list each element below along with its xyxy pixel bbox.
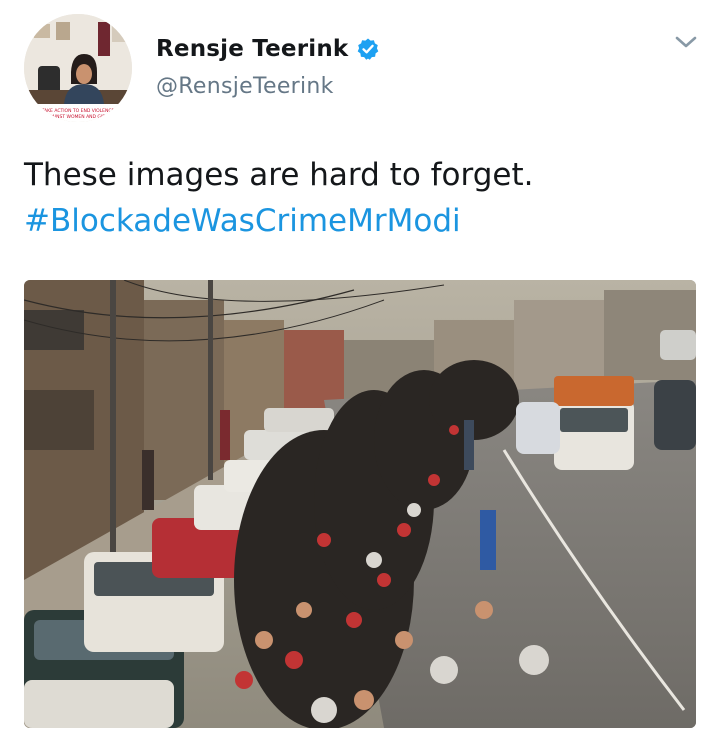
chevron-down-icon[interactable] [672, 32, 700, 52]
street-scene-illustration [24, 280, 696, 728]
user-handle[interactable]: @RensjeTeerink [156, 74, 334, 99]
name-row: Rensje Teerink [156, 36, 380, 62]
hashtag-link[interactable]: #BlockadeWasCrimeMrModi [24, 198, 704, 244]
avatar[interactable]: TAKE ACTION TO END VIOLENCE AGAINST WOME… [24, 14, 132, 122]
tweet-header: TAKE ACTION TO END VIOLENCE AGAINST WOME… [0, 0, 720, 130]
tweet-text: These images are hard to forget. #Blocka… [24, 152, 704, 244]
tweet-photo[interactable] [24, 280, 696, 728]
verified-badge-icon [356, 37, 380, 61]
svg-text:TAKE ACTION TO END VIOLENCE: TAKE ACTION TO END VIOLENCE [41, 108, 115, 114]
display-name[interactable]: Rensje Teerink [156, 36, 348, 62]
svg-text:AGAINST WOMEN AND GIRLS: AGAINST WOMEN AND GIRLS [45, 114, 111, 120]
tweet-body: These images are hard to forget. [24, 157, 534, 193]
